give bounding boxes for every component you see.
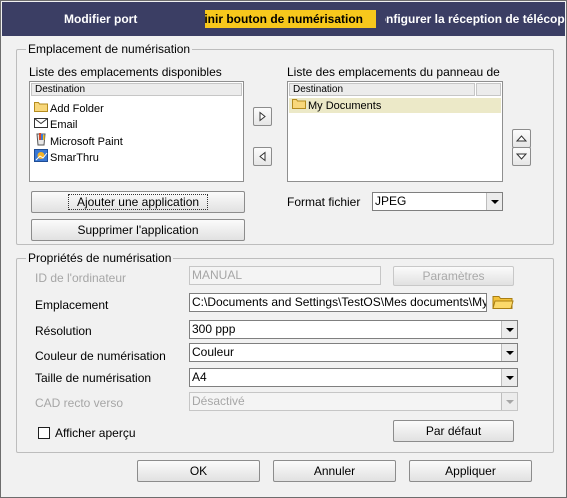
panel-list-label: Liste des emplacements du panneau de com…	[287, 65, 503, 79]
remove-from-panel-button[interactable]	[253, 147, 272, 166]
panel-list-header[interactable]: Destination	[289, 83, 475, 96]
size-value: A4	[192, 370, 207, 384]
arrow-down-icon	[515, 153, 528, 160]
tab-fax-receive-label: Configurer la réception de télécopie	[385, 12, 565, 26]
chevron-down-icon[interactable]	[501, 369, 517, 386]
list-item[interactable]: My Documents	[292, 98, 381, 113]
arrow-left-icon	[259, 151, 266, 162]
computer-id-label: ID de l'ordinateur	[35, 271, 127, 285]
chevron-down-icon[interactable]	[486, 193, 502, 210]
computer-id-field: MANUAL	[189, 266, 381, 285]
preview-checkbox[interactable]	[38, 427, 50, 439]
tab-fax-receive[interactable]: Configurer la réception de télécopie	[385, 10, 565, 28]
scan-properties-group-title: Propriétés de numérisation	[26, 251, 174, 265]
add-application-button[interactable]: Ajouter une application	[31, 191, 245, 213]
add-application-label: Ajouter une application	[67, 194, 209, 210]
parameters-button: Paramètres	[393, 266, 514, 286]
available-list-header[interactable]: Destination	[31, 83, 242, 96]
format-value: JPEG	[375, 194, 407, 208]
list-item[interactable]: Email	[34, 117, 78, 132]
location-label: Emplacement	[35, 298, 109, 312]
list-item-label: SmarThru	[50, 151, 99, 164]
remove-application-button[interactable]: Supprimer l'application	[31, 219, 245, 241]
apply-button[interactable]: Appliquer	[409, 460, 532, 482]
panel-locations-list[interactable]: Destination My Documents	[287, 81, 503, 182]
chevron-down-icon[interactable]	[501, 344, 517, 361]
add-to-panel-button[interactable]	[253, 107, 272, 126]
default-button[interactable]: Par défaut	[393, 420, 514, 442]
chevron-down-icon[interactable]	[501, 321, 517, 338]
list-item-label: Email	[50, 118, 78, 131]
dialog-window: Modifier port Définir bouton de numérisa…	[0, 0, 567, 498]
color-select[interactable]: Couleur	[189, 343, 518, 362]
duplex-label: CAD recto verso	[35, 396, 124, 410]
list-item[interactable]: Microsoft Paint	[34, 133, 123, 148]
list-item-label: Add Folder	[50, 102, 104, 115]
cancel-button[interactable]: Annuler	[273, 460, 396, 482]
preview-label[interactable]: Afficher aperçu	[55, 426, 136, 440]
list-item[interactable]: SmarThru	[34, 149, 99, 164]
panel-list-header-extra	[476, 83, 501, 96]
list-item-label: My Documents	[308, 99, 382, 112]
folder-icon	[292, 98, 306, 114]
email-icon	[34, 117, 48, 133]
browse-folder-icon[interactable]	[492, 293, 514, 310]
resolution-label: Résolution	[35, 324, 92, 338]
size-label: Taille de numérisation	[35, 371, 152, 385]
color-value: Couleur	[192, 345, 235, 359]
tab-scan-button[interactable]: Définir bouton de numérisation	[205, 10, 376, 28]
size-select[interactable]: A4	[189, 368, 518, 387]
color-label: Couleur de numérisation	[35, 349, 166, 363]
folder-icon	[34, 101, 48, 117]
location-value: C:\Documents and Settings\TestOS\Mes doc…	[192, 295, 487, 309]
format-select[interactable]: JPEG	[372, 192, 503, 211]
available-list-label: Liste des emplacements disponibles	[29, 65, 222, 79]
list-item[interactable]: Add Folder	[34, 101, 104, 116]
move-down-button[interactable]	[512, 147, 531, 166]
duplex-select: Désactivé	[189, 392, 518, 411]
ok-button[interactable]: OK	[137, 460, 260, 482]
available-locations-list[interactable]: Destination Add Folder Email Microsoft P…	[29, 81, 244, 182]
resolution-value: 300 ppp	[192, 322, 236, 336]
location-field[interactable]: C:\Documents and Settings\TestOS\Mes doc…	[189, 293, 487, 312]
arrow-up-icon	[515, 135, 528, 142]
tab-modify-port[interactable]: Modifier port	[64, 10, 174, 28]
computer-id-value: MANUAL	[192, 268, 243, 282]
chevron-down-icon	[501, 393, 517, 410]
duplex-value: Désactivé	[192, 394, 245, 408]
resolution-select[interactable]: 300 ppp	[189, 320, 518, 339]
arrow-right-icon	[259, 111, 266, 122]
format-label: Format fichier	[287, 195, 361, 209]
tab-scan-button-label: Définir bouton de numérisation	[205, 12, 364, 26]
tab-bar: Modifier port Définir bouton de numérisa…	[2, 2, 565, 36]
move-up-button[interactable]	[512, 129, 531, 148]
smarthru-icon	[34, 149, 48, 167]
scan-location-group-title: Emplacement de numérisation	[26, 42, 193, 56]
list-item-label: Microsoft Paint	[50, 135, 123, 148]
